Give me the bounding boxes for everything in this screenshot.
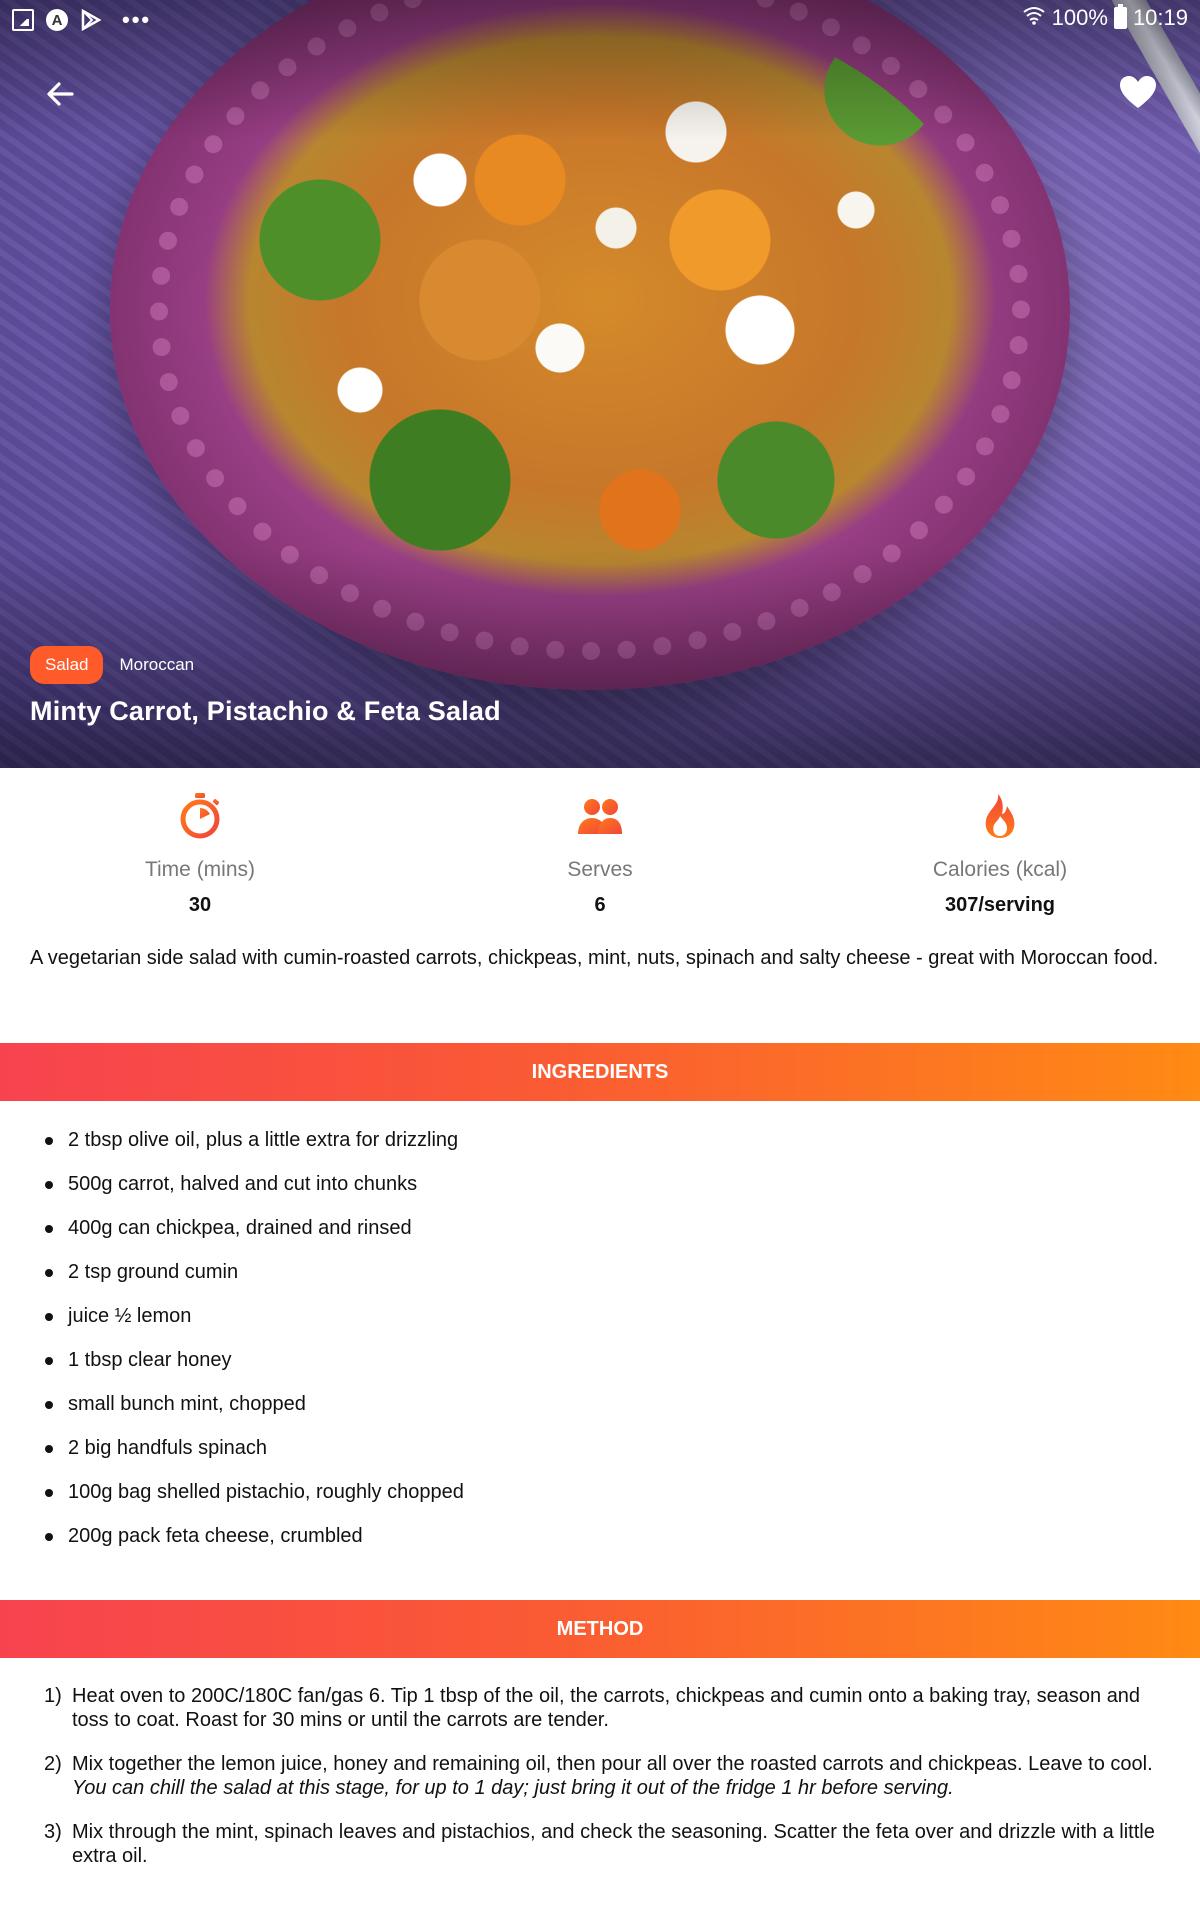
heart-icon [1120,76,1156,108]
step-note: You can chill the salad at this stage, f… [72,1777,954,1799]
app-notification-icon: A [46,9,68,31]
ingredient-item: 2 tsp ground cumin [0,1252,1200,1296]
recipe-tags: Salad Moroccan [30,646,194,684]
method-list: 1) Heat oven to 200C/180C fan/gas 6. Tip… [0,1684,1200,1888]
recipe-description: A vegetarian side salad with cumin-roast… [30,947,1159,969]
status-left: A ••• [12,7,151,33]
category-tag[interactable]: Salad [30,646,104,684]
stat-time: Time (mins) 30 [0,768,400,918]
ingredient-item: 500g carrot, halved and cut into chunks [0,1164,1200,1208]
ingredients-list: 2 tbsp olive oil, plus a little extra fo… [0,1120,1200,1560]
step-number: 3) [44,1821,62,1843]
step-text: Heat oven to 200C/180C fan/gas 6. Tip 1 … [72,1685,1141,1731]
hero-image: A ••• 100% 10:19 Salad Moroccan Minty Ca… [0,0,1200,768]
play-store-notification-icon [80,8,102,32]
recipe-title: Minty Carrot, Pistachio & Feta Salad [30,696,501,726]
ingredient-text: juice ½ lemon [68,1305,192,1327]
ingredient-text: 2 tsp ground cumin [68,1261,239,1283]
stat-time-label: Time (mins) [144,858,256,881]
stat-serves-value: 6 [594,894,606,916]
people-icon [576,790,624,842]
bullet [45,1137,53,1145]
ingredient-item: 400g can chickpea, drained and rinsed [0,1208,1200,1252]
stat-time-value: 30 [188,894,212,916]
favorite-button[interactable] [1112,66,1164,118]
bullet [45,1225,53,1233]
more-notifications-icon: ••• [122,7,152,32]
stat-calories-label: Calories (kcal) [932,858,1068,881]
cuisine-tag[interactable]: Moroccan [119,655,194,675]
ingredient-item: 200g pack feta cheese, crumbled [0,1516,1200,1560]
clock: 10:19 [1132,5,1188,30]
battery-percent: 100% [1051,5,1108,30]
ingredient-item: 1 tbsp clear honey [0,1340,1200,1384]
method-header: METHOD [0,1600,1200,1658]
back-button[interactable] [36,70,84,118]
ingredient-text: 1 tbsp clear honey [68,1349,232,1371]
stat-calories: Calories (kcal) 307/serving [800,768,1200,918]
method-step: 2) Mix together the lemon juice, honey a… [0,1752,1200,1800]
ingredient-item: small bunch mint, chopped [0,1384,1200,1428]
ingredient-text: 400g can chickpea, drained and rinsed [68,1217,412,1239]
flame-icon [982,790,1018,842]
bullet [45,1533,53,1541]
bullet [45,1181,53,1189]
bullet [45,1489,53,1497]
recipe-stats: Time (mins) 30 Serves 6 Calories (kcal) … [0,768,1200,918]
status-right: 100% 10:19 [1022,4,1188,31]
bullet [45,1445,53,1453]
step-text: Mix through the mint, spinach leaves and… [72,1821,1155,1867]
ingredient-item: 2 tbsp olive oil, plus a little extra fo… [0,1120,1200,1164]
ingredient-item: 100g bag shelled pistachio, roughly chop… [0,1472,1200,1516]
bullet [45,1357,53,1365]
ingredient-item: 2 big handfuls spinach [0,1428,1200,1472]
method-step: 1) Heat oven to 200C/180C fan/gas 6. Tip… [0,1684,1200,1732]
ingredients-header: INGREDIENTS [0,1043,1200,1101]
stat-calories-value: 307/serving [944,894,1056,916]
stat-serves-label: Serves [567,858,633,881]
gallery-notification-icon [12,9,34,31]
step-text: Mix together the lemon juice, honey and … [72,1753,1153,1775]
stopwatch-icon [178,790,222,842]
status-bar: A ••• 100% 10:19 [0,0,1200,38]
bullet [45,1401,53,1409]
bullet [45,1313,53,1321]
step-number: 2) [44,1753,62,1775]
stat-serves: Serves 6 [400,768,800,918]
method-step: 3) Mix through the mint, spinach leaves … [0,1820,1200,1868]
ingredient-text: 500g carrot, halved and cut into chunks [68,1173,418,1195]
wifi-icon [1022,5,1046,31]
ingredient-item: juice ½ lemon [0,1296,1200,1340]
step-number: 1) [44,1685,62,1707]
arrow-left-icon [47,82,74,106]
bullet [45,1269,53,1277]
ingredient-text: 200g pack feta cheese, crumbled [68,1525,363,1547]
ingredient-text: 2 big handfuls spinach [68,1437,268,1459]
ingredient-text: 100g bag shelled pistachio, roughly chop… [68,1481,464,1503]
battery-icon [1113,4,1127,29]
ingredient-text: small bunch mint, chopped [68,1393,306,1415]
ingredient-text: 2 tbsp olive oil, plus a little extra fo… [68,1129,459,1151]
